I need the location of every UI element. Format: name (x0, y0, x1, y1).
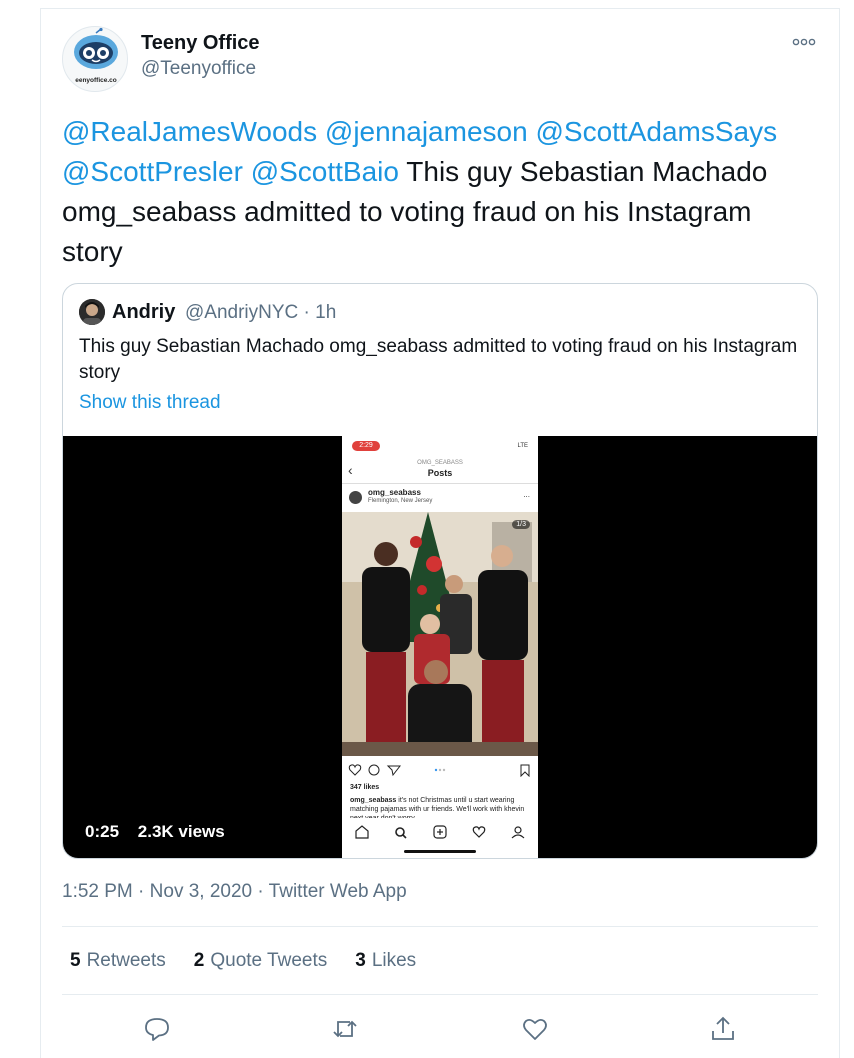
author-avatar[interactable]: eenyoffice.co (62, 26, 128, 92)
quoted-tweet[interactable]: Andriy @AndriyNYC · 1h This guy Sebastia… (62, 283, 818, 859)
meta-sep: · (252, 881, 269, 902)
phone-caption-user: omg_seabass (350, 797, 397, 804)
retweets-stat[interactable]: 5 Retweets (70, 950, 166, 972)
divider (62, 994, 818, 995)
like-icon[interactable] (520, 1014, 550, 1044)
video-duration: 0:25 (85, 822, 120, 841)
phone-post-location: Flemington, New Jersey (368, 498, 433, 504)
mention-link[interactable]: @ScottPresler (62, 156, 243, 187)
likes-stat[interactable]: 3 Likes (355, 950, 416, 972)
video-views: 2.3K views (137, 822, 225, 841)
quote-author-meta: @AndriyNYC · 1h (185, 302, 336, 324)
quote-meta-sep: · (298, 302, 316, 323)
phone-post-avatar (349, 491, 362, 504)
tweet-source[interactable]: Twitter Web App (269, 881, 407, 902)
phone-likes: 347 likes (350, 784, 380, 791)
mention-link[interactable]: @ScottBaio (251, 156, 399, 187)
tweet-stats: 5 Retweets 2 Quote Tweets 3 Likes (70, 950, 416, 972)
author-name[interactable]: Teeny Office (141, 32, 260, 55)
phone-action-icons (348, 764, 530, 777)
quote-author-name: Andriy (112, 301, 176, 323)
quote-age: 1h (315, 302, 337, 323)
phone-profile-name: OMG_SEABASS (417, 460, 463, 466)
quote-tweets-stat[interactable]: 2 Quote Tweets (194, 950, 327, 972)
divider (342, 483, 538, 484)
show-thread-link[interactable]: Show this thread (79, 392, 221, 414)
phone-more-icon: ... (523, 490, 530, 499)
reply-icon[interactable] (142, 1014, 172, 1044)
svg-text:eenyoffice.co: eenyoffice.co (75, 77, 117, 84)
quote-author-handle: @AndriyNYC (185, 302, 299, 323)
author-handle[interactable]: @Teenyoffice (141, 58, 256, 80)
more-icon[interactable] (792, 34, 816, 50)
video-player[interactable]: 2:29 LTE ‹ OMG_SEABASS Posts omg_seabass… (63, 436, 817, 858)
phone-home-indicator (404, 850, 476, 853)
video-info: 0:25 2.3K views (85, 822, 239, 842)
share-icon[interactable] (708, 1014, 738, 1044)
phone-status-time: 2:29 (352, 441, 380, 451)
phone-caption: omg_seabass it's not Christmas until u s… (350, 796, 532, 818)
mention-link[interactable]: @ScottAdamsSays (535, 116, 777, 147)
phone-post-username: omg_seabass (368, 488, 421, 497)
phone-signal: LTE (517, 443, 528, 449)
quote-author-avatar (79, 299, 105, 325)
phone-post-photo (342, 512, 538, 756)
tweet-meta: 1:52 PM · Nov 3, 2020 · Twitter Web App (62, 881, 407, 903)
phone-nav-icons (355, 825, 525, 839)
quote-text: This guy Sebastian Machado omg_seabass a… (79, 336, 798, 383)
tweet-text: @RealJamesWoods @jennajameson @ScottAdam… (62, 112, 802, 272)
mention-link[interactable]: @RealJamesWoods (62, 116, 317, 147)
tweet-time[interactable]: 1:52 PM (62, 881, 133, 902)
phone-posts-title: Posts (427, 468, 453, 478)
phone-carousel-badge: 1/3 (512, 520, 530, 529)
divider (62, 926, 818, 927)
meta-sep: · (132, 881, 150, 902)
mention-link[interactable]: @jennajameson (325, 116, 528, 147)
video-frame: 2:29 LTE ‹ OMG_SEABASS Posts omg_seabass… (342, 436, 538, 858)
tweet-date[interactable]: Nov 3, 2020 (150, 881, 252, 902)
retweet-icon[interactable] (330, 1014, 360, 1044)
